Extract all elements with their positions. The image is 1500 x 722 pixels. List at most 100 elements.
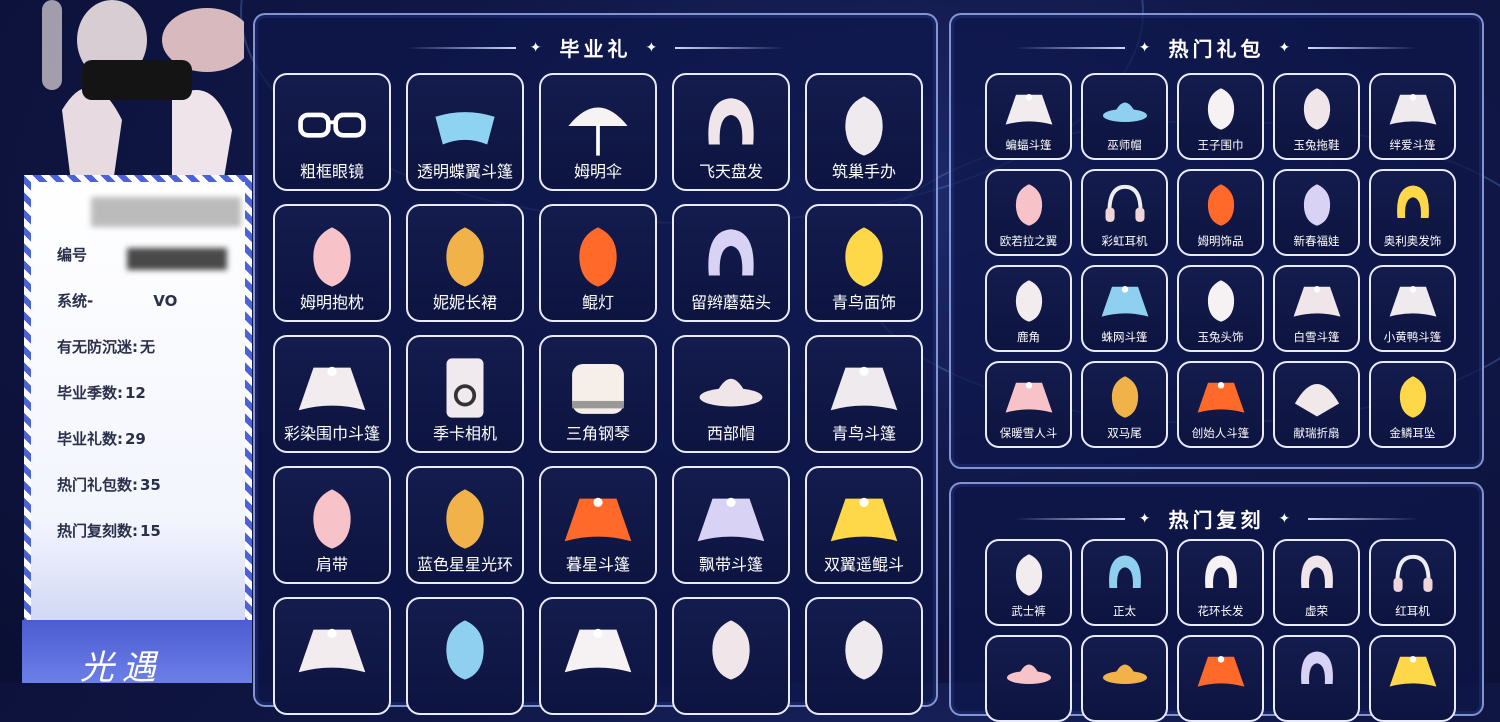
graduation-item[interactable]: 飞天盘发 (672, 73, 790, 191)
item-label: 金鳞耳坠 (1389, 426, 1436, 440)
hot-packs-item[interactable]: 玉兔拖鞋 (1273, 73, 1360, 160)
hot-packs-item[interactable]: 玉兔头饰 (1177, 265, 1264, 352)
umbrella-icon (561, 89, 635, 163)
folding-fan-icon (1291, 371, 1343, 423)
item-label: 妮妮长裙 (432, 293, 497, 312)
vanity-hair-icon (1291, 549, 1343, 601)
hot-packs-item[interactable]: 彩虹耳机 (1081, 169, 1168, 256)
witch-hat-icon (1099, 83, 1151, 135)
hot-packs-item[interactable]: 白雪斗篷 (1273, 265, 1360, 352)
hot-reruns-item[interactable] (1273, 635, 1360, 722)
title-line (1308, 46, 1419, 49)
item-label: 三角钢琴 (565, 424, 630, 443)
hot-packs-item[interactable]: 奥利奥发饰 (1369, 169, 1456, 256)
graduation-item[interactable] (539, 597, 657, 715)
item-label: 透明蝶翼斗篷 (416, 162, 513, 181)
graduation-item[interactable]: 留辫蘑菇头 (672, 204, 790, 322)
hot-packs-item[interactable]: 巫师帽 (1081, 73, 1168, 160)
graduation-title: ✦ 毕业礼 ✦ (255, 33, 936, 62)
graduation-item[interactable]: 肩带 (273, 466, 391, 584)
ribbon-cape-icon (694, 482, 768, 556)
hot-packs-item[interactable]: 保暖雪人斗 (985, 361, 1072, 448)
graduation-item[interactable]: 暮星斗篷 (539, 466, 657, 584)
title-line (675, 46, 786, 49)
hot-reruns-title: ✦ 热门复刻 ✦ (951, 504, 1482, 533)
hot-packs-item[interactable]: 欧若拉之翼 (985, 169, 1072, 256)
hot-reruns-item[interactable] (1369, 635, 1456, 722)
horn-mask-icon (428, 613, 502, 687)
hot-reruns-panel: ✦ 热门复刻 ✦ 武士裤 正太 花环长发 虚荣 红耳机 (949, 482, 1484, 722)
sparkle-icon: ✦ (1278, 39, 1295, 56)
earring-icon (1387, 371, 1439, 423)
item-label: 蝙蝠斗篷 (1005, 138, 1052, 152)
hot-reruns-item[interactable]: 武士裤 (985, 539, 1072, 626)
graduation-item[interactable]: 粗框眼镜 (273, 73, 391, 191)
hot-packs-item[interactable]: 绊爱斗篷 (1369, 73, 1456, 160)
hot-reruns-item[interactable] (1081, 635, 1168, 722)
hot-packs-item[interactable]: 献瑞折扇 (1273, 361, 1360, 448)
hot-packs-item[interactable]: 鹿角 (985, 265, 1072, 352)
hot-packs-panel: ✦ 热门礼包 ✦ 蝙蝠斗篷 巫师帽 王子围巾 玉兔拖鞋 绊爱斗篷 欧若拉之翼 彩虹耳机 姆明饰… (949, 13, 1484, 469)
item-label: 留辫蘑菇头 (690, 293, 771, 312)
scarf-cape-icon (295, 351, 369, 425)
item-label: 白雪斗篷 (1293, 330, 1340, 344)
shoulder-strap-icon (295, 482, 369, 556)
hot-packs-item[interactable]: 创始人斗篷 (1177, 361, 1264, 448)
hot-packs-item[interactable]: 蝙蝠斗篷 (985, 73, 1072, 160)
graduation-item[interactable]: 蓝色星星光环 (406, 466, 524, 584)
graduation-item[interactable]: 筑巢手办 (805, 73, 923, 191)
redacted-area (127, 248, 227, 270)
profile-row-system: 系统- VO (57, 292, 178, 310)
cowboy-hat-icon (694, 351, 768, 425)
bird-mask-icon (827, 220, 901, 294)
rainbow-headphones-icon (1099, 179, 1151, 231)
hot-reruns-item[interactable]: 虚荣 (1273, 539, 1360, 626)
item-label: 肩带 (315, 555, 348, 574)
hot-reruns-item[interactable]: 正太 (1081, 539, 1168, 626)
wing-cape-icon (827, 482, 901, 556)
graduation-item[interactable]: 姆明伞 (539, 73, 657, 191)
item-label: 彩虹耳机 (1101, 234, 1148, 248)
graduation-item[interactable]: 姆明抱枕 (273, 204, 391, 322)
profile-row-rerun-count: 热门复刻数: 15 (57, 522, 161, 540)
graduation-item[interactable]: 透明蝶翼斗篷 (406, 73, 524, 191)
pink-cape-icon (561, 613, 635, 687)
profile-row-hot-pack-count: 热门礼包数: 35 (57, 476, 161, 494)
hot-reruns-item[interactable] (985, 635, 1072, 722)
graduation-item[interactable] (273, 597, 391, 715)
hot-reruns-item[interactable]: 红耳机 (1369, 539, 1456, 626)
graduation-item[interactable] (805, 597, 923, 715)
item-label: 蓝色星星光环 (416, 555, 513, 574)
graduation-item[interactable]: 青鸟斗篷 (805, 335, 923, 453)
hot-packs-item[interactable]: 小黄鸭斗篷 (1369, 265, 1456, 352)
hot-packs-item[interactable]: 金鳞耳坠 (1369, 361, 1456, 448)
graduation-item[interactable] (406, 597, 524, 715)
graduation-item[interactable]: 鲲灯 (539, 204, 657, 322)
graduation-item[interactable]: 妮妮长裙 (406, 204, 524, 322)
hot-reruns-item[interactable] (1177, 635, 1264, 722)
butterfly-cape-icon (428, 89, 502, 163)
graduation-item[interactable]: 季卡相机 (406, 335, 524, 453)
hot-reruns-item[interactable]: 花环长发 (1177, 539, 1264, 626)
character-illustration (22, 0, 244, 200)
graduation-item[interactable]: 彩染围巾斗篷 (273, 335, 391, 453)
hot-packs-grid: 蝙蝠斗篷 巫师帽 王子围巾 玉兔拖鞋 绊爱斗篷欧若拉之翼 彩虹耳机 姆明饰品 新春福娃 奥利奥发… (985, 73, 1456, 448)
hot-packs-item[interactable]: 王子围巾 (1177, 73, 1264, 160)
item-label: 西部帽 (706, 424, 755, 443)
prince-scarf-icon (1195, 83, 1247, 135)
hot-packs-item[interactable]: 蛛网斗篷 (1081, 265, 1168, 352)
graduation-item[interactable]: 三角钢琴 (539, 335, 657, 453)
item-label: 青鸟面饰 (831, 293, 896, 312)
graduation-item[interactable]: 飘带斗篷 (672, 466, 790, 584)
hot-packs-item[interactable]: 新春福娃 (1273, 169, 1360, 256)
hot-packs-item[interactable]: 双马尾 (1081, 361, 1168, 448)
hot-packs-item[interactable]: 姆明饰品 (1177, 169, 1264, 256)
item-label: 暮星斗篷 (565, 555, 630, 574)
item-label: 红耳机 (1395, 604, 1430, 618)
item-label: 武士裤 (1011, 604, 1046, 618)
graduation-item[interactable]: 青鸟面饰 (805, 204, 923, 322)
graduation-item[interactable] (672, 597, 790, 715)
graduation-item[interactable]: 西部帽 (672, 335, 790, 453)
bluebird-cape-icon (827, 351, 901, 425)
graduation-item[interactable]: 双翼遥鲲斗 (805, 466, 923, 584)
